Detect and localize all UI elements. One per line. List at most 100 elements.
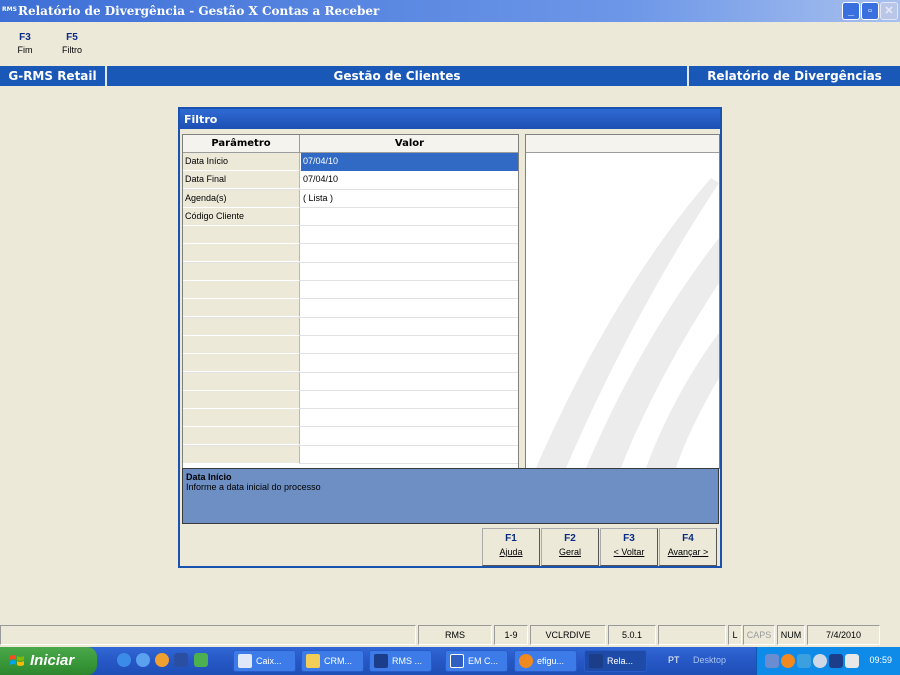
window-title: Relatório de Divergência - Gestão X Cont… bbox=[18, 4, 380, 18]
avancar-label: Avançar > bbox=[667, 547, 709, 557]
empty-row bbox=[183, 335, 518, 355]
taskbar-item-label: EM C... bbox=[468, 656, 499, 666]
filtro-label: Filtro bbox=[62, 45, 82, 55]
rms-icon bbox=[589, 654, 603, 668]
word-icon bbox=[450, 654, 464, 668]
avancar-key: F4 bbox=[682, 533, 694, 544]
desktop-toolbar[interactable]: Desktop bbox=[693, 655, 726, 665]
avancar-button[interactable]: F4 Avançar > bbox=[659, 528, 717, 566]
taskbar-item-label: Rela... bbox=[607, 656, 634, 666]
status-message bbox=[0, 625, 416, 645]
tray-app-icon[interactable] bbox=[797, 654, 811, 668]
fim-button[interactable]: F3 Fim bbox=[13, 32, 37, 55]
status-app: RMS bbox=[418, 625, 492, 645]
voltar-label: < Voltar bbox=[613, 547, 645, 557]
empty-row bbox=[183, 262, 518, 282]
tray-app-icon[interactable] bbox=[813, 654, 827, 668]
taskbar-item-label: CRM... bbox=[324, 656, 352, 666]
empty-row bbox=[183, 390, 518, 410]
empty-row bbox=[183, 317, 518, 336]
taskbar-item[interactable]: efigu... bbox=[514, 650, 577, 672]
close-button[interactable]: ✕ bbox=[880, 2, 898, 20]
filtro-button[interactable]: F5 Filtro bbox=[59, 32, 85, 55]
param-cell: Agenda(s) bbox=[183, 189, 300, 208]
system-tray: 09:59 bbox=[756, 647, 900, 675]
minimize-button[interactable]: _ bbox=[842, 2, 860, 20]
fim-key: F3 bbox=[19, 32, 31, 43]
status-l: L bbox=[728, 625, 742, 645]
empty-row bbox=[183, 244, 518, 263]
parameter-grid[interactable]: Parâmetro Valor Data Início 07/04/10 Dat… bbox=[182, 134, 519, 469]
help-title: Data Início bbox=[186, 472, 232, 482]
table-row[interactable]: Data Início 07/04/10 bbox=[183, 153, 518, 172]
start-button[interactable]: Iniciar bbox=[0, 647, 97, 675]
ie-icon[interactable] bbox=[117, 653, 131, 667]
geral-key: F2 bbox=[564, 533, 576, 544]
voltar-button[interactable]: F3 < Voltar bbox=[600, 528, 658, 566]
status-blank bbox=[658, 625, 726, 645]
maximize-button[interactable]: ▫ bbox=[861, 2, 879, 20]
param-cell: Código Cliente bbox=[183, 207, 300, 226]
empty-row bbox=[183, 427, 518, 446]
ajuda-button[interactable]: F1 Ajuda bbox=[482, 528, 540, 566]
status-num: NUM bbox=[777, 625, 805, 645]
app-icon[interactable] bbox=[194, 653, 208, 667]
grid-header: Parâmetro Valor bbox=[183, 135, 518, 153]
start-label: Iniciar bbox=[30, 652, 75, 669]
taskbar: Iniciar Caix... CRM... RMS ... EM C... e… bbox=[0, 647, 900, 675]
empty-row bbox=[183, 226, 518, 245]
filter-dialog: Filtro Parâmetro Valor Data Início 07/04… bbox=[178, 107, 722, 568]
status-date: 7/4/2010 bbox=[807, 625, 880, 645]
filtro-key: F5 bbox=[66, 32, 78, 43]
empty-row bbox=[183, 281, 518, 300]
taskbar-item-label: efigu... bbox=[537, 656, 565, 666]
preview-header bbox=[526, 135, 719, 153]
network-icon[interactable] bbox=[765, 654, 779, 668]
ajuda-label: Ajuda bbox=[499, 547, 523, 557]
empty-row bbox=[183, 354, 518, 373]
value-cell-data-inicio[interactable]: 07/04/10 bbox=[301, 153, 518, 171]
tray-app-icon[interactable] bbox=[781, 654, 795, 668]
table-row[interactable]: Data Final 07/04/10 bbox=[183, 171, 518, 190]
table-row[interactable]: Agenda(s) ( Lista ) bbox=[183, 189, 518, 208]
filter-title: Filtro bbox=[180, 109, 720, 129]
value-cell-data-final[interactable]: 07/04/10 bbox=[301, 171, 518, 189]
taskbar-item[interactable]: Caix... bbox=[233, 650, 296, 672]
column-header-value[interactable]: Valor bbox=[301, 135, 518, 152]
status-program: VCLRDIVE bbox=[530, 625, 606, 645]
tray-app-icon[interactable] bbox=[845, 654, 859, 668]
param-cell: Data Início bbox=[183, 153, 300, 171]
rms-icon[interactable] bbox=[174, 653, 188, 667]
folder-icon bbox=[306, 654, 320, 668]
param-cell: Data Final bbox=[183, 171, 300, 190]
taskbar-item[interactable]: EM C... bbox=[445, 650, 508, 672]
clock[interactable]: 09:59 bbox=[869, 655, 892, 665]
status-version: 5.0.1 bbox=[608, 625, 656, 645]
function-key-bar: F1 Ajuda F2 Geral F3 < Voltar F4 Avançar… bbox=[180, 526, 720, 566]
windows-logo-icon bbox=[10, 655, 24, 666]
rms-icon[interactable] bbox=[829, 654, 843, 668]
empty-row bbox=[183, 299, 518, 318]
geral-button[interactable]: F2 Geral bbox=[541, 528, 599, 566]
table-row[interactable]: Código Cliente bbox=[183, 207, 518, 227]
voltar-key: F3 bbox=[623, 533, 635, 544]
geral-label: Geral bbox=[558, 547, 581, 557]
language-indicator[interactable]: PT bbox=[668, 655, 680, 665]
rms-app-icon: RMS bbox=[2, 6, 17, 13]
rms-watermark-graphic bbox=[536, 178, 719, 468]
taskbar-item[interactable]: RMS ... bbox=[369, 650, 432, 672]
ie-icon[interactable] bbox=[136, 653, 150, 667]
value-cell-codigo-cliente[interactable] bbox=[301, 208, 518, 226]
empty-row bbox=[183, 445, 518, 465]
column-header-param[interactable]: Parâmetro bbox=[183, 135, 300, 152]
window-title-bar[interactable]: RMS Relatório de Divergência - Gestão X … bbox=[0, 0, 900, 22]
media-player-icon[interactable] bbox=[155, 653, 169, 667]
value-cell-agendas[interactable]: ( Lista ) bbox=[301, 190, 518, 208]
fim-label: Fim bbox=[17, 45, 33, 55]
taskbar-item[interactable]: CRM... bbox=[301, 650, 364, 672]
banner-report: Relatório de Divergências bbox=[707, 69, 882, 83]
banner-module: Gestão de Clientes bbox=[333, 69, 461, 83]
taskbar-item-label: Caix... bbox=[256, 656, 282, 666]
taskbar-item-active[interactable]: Rela... bbox=[584, 650, 647, 672]
taskbar-item-label: RMS ... bbox=[392, 656, 423, 666]
